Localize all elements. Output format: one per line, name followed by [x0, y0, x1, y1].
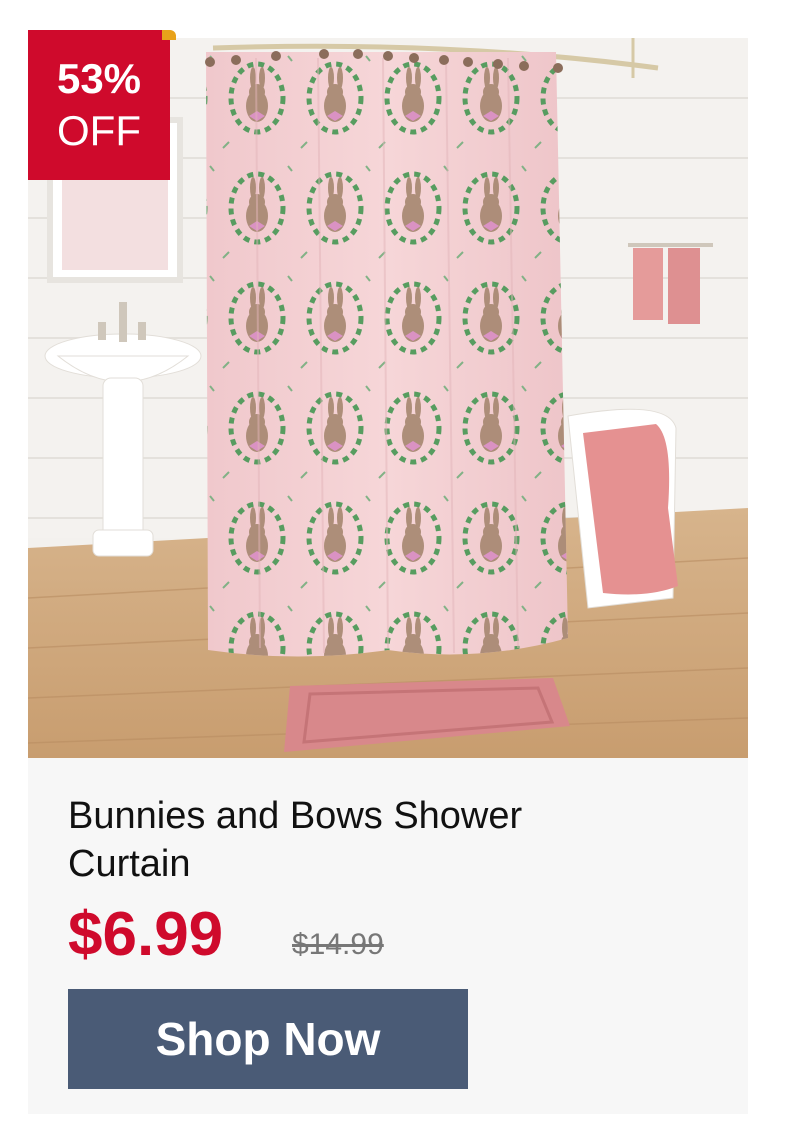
discount-percent: 53%: [56, 55, 142, 102]
badge-corner-tab: [162, 30, 176, 40]
discount-label: OFF: [57, 107, 141, 154]
original-price: $14.99: [292, 928, 384, 961]
discount-badge: 53% OFF: [28, 30, 170, 180]
product-title[interactable]: Bunnies and Bows Shower Curtain: [68, 792, 588, 888]
shop-now-button[interactable]: Shop Now: [68, 989, 468, 1089]
sale-price: $6.99: [68, 900, 224, 969]
